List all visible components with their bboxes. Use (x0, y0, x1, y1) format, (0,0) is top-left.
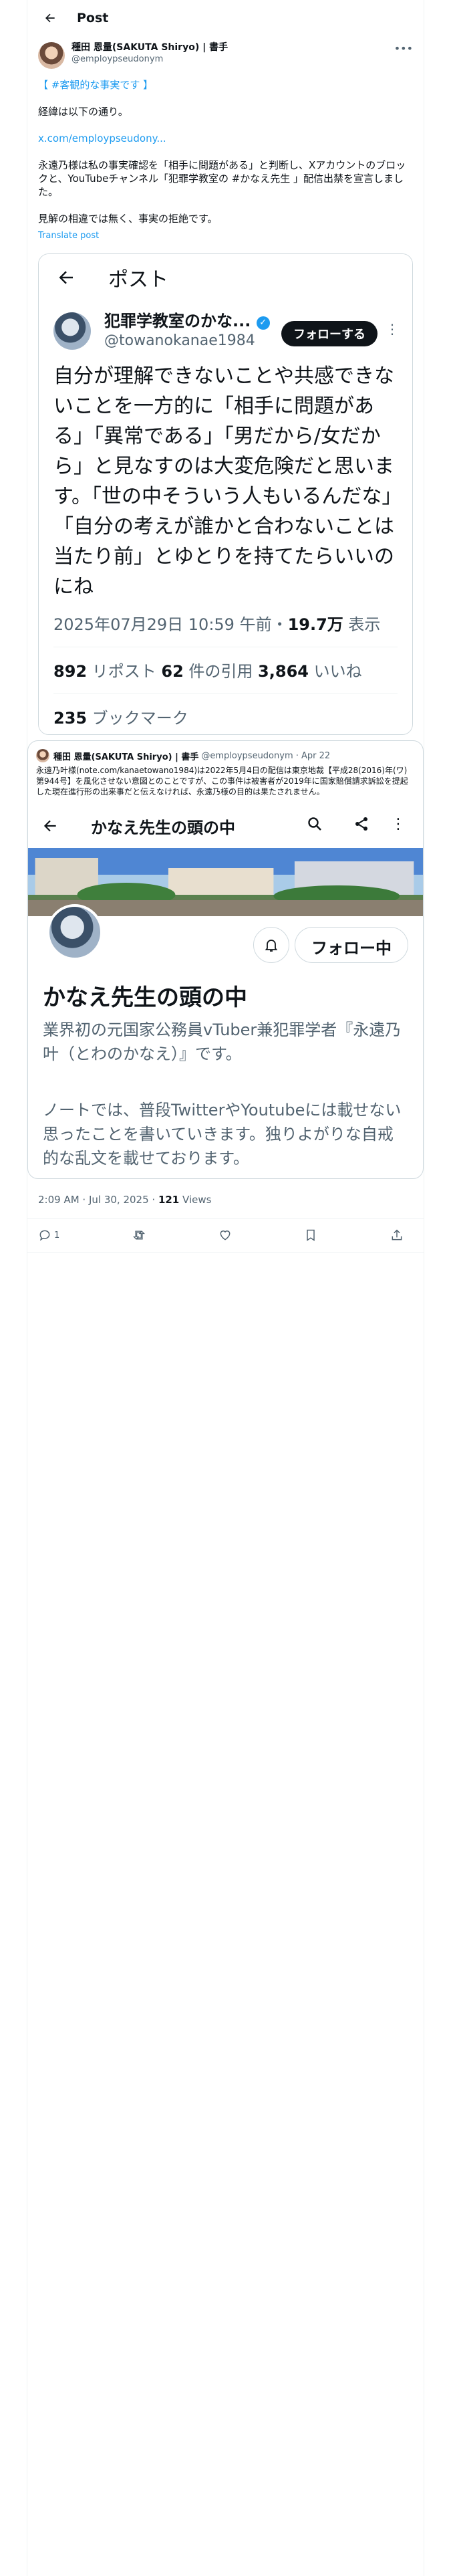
more-vertical-icon: ⋮ (391, 816, 406, 833)
quoted-image: かなえ先生の頭の中 ⋮ フォロー中 かなえ先生の頭の中 業界初の元国家公務員vT… (28, 804, 423, 1178)
screenshot-handle: @towanokanae1984 (104, 332, 255, 349)
notification-bell-icon (253, 927, 289, 963)
post-line: 永遠乃様は私の事実確認を「相手に問題がある」と判断し、Xアカウントのブロックと、… (38, 159, 406, 198)
attached-image[interactable]: ポスト 犯罪学教室のかな... ✓ @towanokanae1984 フォローす… (38, 253, 413, 735)
translate-link[interactable]: Translate post (38, 229, 413, 243)
post-line-hashtag[interactable]: 【 #客観的な事実です 】 (38, 78, 413, 92)
repost-icon (132, 1230, 145, 1240)
quoted-author: 種田 恩量(SAKUTA Shiryo) | 書手 @employpseudon… (28, 741, 423, 762)
reply-button[interactable]: 1 (38, 1228, 59, 1242)
banner-scene (28, 848, 423, 916)
arrow-left-icon (59, 271, 73, 284)
upload-share-icon (392, 1229, 402, 1241)
inner-profile-name: かなえ先生の頭の中 (43, 984, 247, 1011)
avatar (53, 312, 91, 350)
post-link[interactable]: x.com/employpseudony... (38, 132, 413, 145)
share-icon (353, 816, 369, 832)
author-name[interactable]: 種田 恩量(SAKUTA Shiryo) | 書手 (71, 42, 228, 53)
screenshot-text: 自分が理解できないことや共感できないことを一方的に「相手に問題がある」「異常であ… (53, 364, 394, 599)
profile-avatar (47, 904, 103, 960)
screenshot-stats: 892 リポスト 62 件の引用 3,864 いいね (53, 662, 362, 681)
author-handle[interactable]: @employpseudonym (71, 53, 228, 65)
inner-title: かなえ先生の頭の中 (91, 818, 235, 837)
avatar[interactable] (38, 42, 65, 69)
like-button[interactable] (218, 1228, 232, 1242)
following-button: フォロー中 (295, 927, 408, 963)
quoted-author-name: 種田 恩量(SAKUTA Shiryo) | 書手 (53, 752, 199, 762)
reply-icon (39, 1230, 50, 1241)
arrow-left-icon (45, 13, 55, 22)
more-options-icon[interactable]: ••• (394, 42, 413, 55)
main-column: Post 種田 恩量(SAKUTA Shiryo) | 書手 @employps… (27, 0, 424, 2576)
avatar (36, 749, 49, 762)
top-bar: Post (27, 0, 424, 35)
verified-icon: ✓ (256, 316, 270, 330)
more-vertical-icon: ⋮ (386, 321, 399, 337)
bookmark-button[interactable] (304, 1228, 317, 1242)
search-icon (307, 816, 323, 832)
page-title: Post (77, 10, 109, 25)
post-author: 種田 恩量(SAKUTA Shiryo) | 書手 @employpseudon… (27, 35, 424, 70)
screenshot-meta: 2025年07月29日 10:59 午前・19.7万 表示 (53, 615, 381, 634)
inner-bio: ノートでは、普段TwitterやYoutubeには載せない思ったことを書いていき… (43, 1101, 402, 1168)
screenshot-bookmarks: 235 ブックマーク (53, 709, 188, 728)
profile-banner (28, 848, 423, 916)
inner-bio: 業界初の元国家公務員vTuber兼犯罪学者『永遠乃叶（とわのかなえ）』です。 (43, 1021, 402, 1063)
repost-button[interactable] (132, 1228, 146, 1242)
back-button[interactable] (38, 6, 62, 30)
quoted-handle: @employpseudonym · Apr 22 (201, 750, 331, 761)
quoted-text: 永遠乃叶様(note.com/kanaetowano1984)は2022年5月4… (36, 766, 408, 796)
quoted-post[interactable]: 種田 恩量(SAKUTA Shiryo) | 書手 @employpseudon… (27, 740, 424, 1179)
post-line: 見解の相違では無く、事実の拒絶です。 (38, 213, 218, 225)
share-button[interactable] (390, 1228, 404, 1242)
reply-count: 1 (54, 1230, 60, 1241)
post-body: 【 #客観的な事実です 】 経緯は以下の通り。 x.com/employpseu… (27, 70, 424, 243)
like-icon (220, 1230, 231, 1241)
arrow-left-icon (43, 820, 56, 832)
post-actions: 1 (27, 1219, 424, 1253)
screenshot-name: 犯罪学教室のかな... (104, 312, 251, 330)
follow-button: フォローする (281, 321, 378, 346)
screenshot-image: ポスト 犯罪学教室のかな... ✓ @towanokanae1984 フォローす… (39, 254, 412, 734)
screenshot-bar-title: ポスト (108, 268, 168, 292)
post-line: 経緯は以下の通り。 (38, 106, 128, 118)
bookmark-icon (307, 1229, 315, 1241)
post-timestamp: 2:09 AM · Jul 30, 2025 · 121 Views (27, 1179, 424, 1219)
